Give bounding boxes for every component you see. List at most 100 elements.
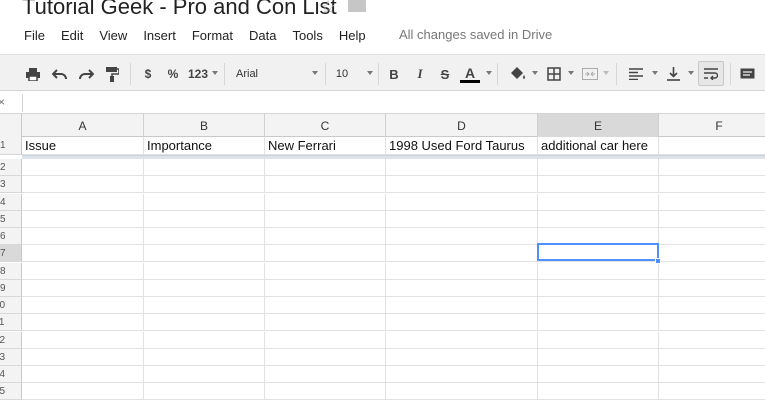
redo-icon[interactable] xyxy=(77,64,95,84)
cell-e2[interactable] xyxy=(538,159,659,176)
cell-c13[interactable] xyxy=(265,348,386,366)
cell-d7[interactable] xyxy=(386,245,538,263)
close-icon[interactable]: × xyxy=(0,95,5,109)
cell-d8[interactable] xyxy=(386,262,538,280)
cell-e12[interactable] xyxy=(538,331,659,349)
cell-c5[interactable] xyxy=(265,210,386,228)
percent-format-button[interactable]: % xyxy=(166,64,180,84)
cell-c8[interactable] xyxy=(265,262,386,280)
cell-f4[interactable] xyxy=(659,194,765,211)
cell-e10[interactable] xyxy=(538,297,659,314)
row-header[interactable]: 12 xyxy=(0,331,22,349)
cell-c12[interactable] xyxy=(265,331,386,349)
cell-f13[interactable] xyxy=(659,349,765,366)
comment-icon[interactable] xyxy=(738,64,756,84)
cell-e9[interactable] xyxy=(538,279,659,297)
row-header[interactable]: 11 xyxy=(0,314,22,332)
chevron-down-icon[interactable] xyxy=(568,71,574,75)
cell-b7[interactable] xyxy=(144,245,265,263)
cell-b1[interactable]: Importance xyxy=(144,137,265,155)
cell-f11[interactable] xyxy=(659,314,765,331)
cell-e15[interactable] xyxy=(538,383,659,401)
menu-edit[interactable]: Edit xyxy=(53,28,91,43)
cell-b9[interactable] xyxy=(144,279,265,297)
row-header[interactable]: 3 xyxy=(0,176,22,194)
fill-color-icon[interactable] xyxy=(507,64,527,84)
cell-f7[interactable] xyxy=(659,245,765,262)
cell-a6[interactable] xyxy=(22,228,144,245)
cell-f12[interactable] xyxy=(659,332,765,349)
cell-b12[interactable] xyxy=(144,331,265,349)
cell-b3[interactable] xyxy=(144,176,265,194)
cell-a7[interactable] xyxy=(22,245,144,263)
cell-a11[interactable] xyxy=(22,314,144,332)
row-header[interactable]: 7 xyxy=(0,245,22,263)
menu-view[interactable]: View xyxy=(91,28,135,43)
cell-e14[interactable] xyxy=(538,366,659,383)
row-header[interactable]: 10 xyxy=(0,297,22,314)
cell-a14[interactable] xyxy=(22,366,144,383)
cell-f6[interactable] xyxy=(659,228,765,245)
cell-c7[interactable] xyxy=(265,245,386,263)
undo-icon[interactable] xyxy=(50,64,68,84)
cell-c14[interactable] xyxy=(265,366,386,383)
number-format-button[interactable]: 123 xyxy=(186,64,210,84)
cell-b2[interactable] xyxy=(144,159,265,176)
cell-a4[interactable] xyxy=(22,193,144,211)
save-status[interactable]: All changes saved in Drive xyxy=(399,27,552,42)
align-left-icon[interactable] xyxy=(627,64,645,84)
cell-a10[interactable] xyxy=(22,297,144,314)
menu-insert[interactable]: Insert xyxy=(135,28,184,43)
cell-d3[interactable] xyxy=(386,176,538,194)
document-title[interactable]: Tutorial Geek - Pro and Con List xyxy=(22,0,337,20)
text-color-button[interactable]: A xyxy=(460,64,480,84)
cell-e4[interactable] xyxy=(538,193,659,211)
row-header[interactable]: 9 xyxy=(0,279,22,297)
cell-e1[interactable]: additional car here xyxy=(538,137,659,155)
cell-b14[interactable] xyxy=(144,366,265,383)
column-header-c[interactable]: C xyxy=(265,114,386,137)
row-header[interactable]: 5 xyxy=(0,210,22,228)
cell-c10[interactable] xyxy=(265,297,386,314)
row-header[interactable]: 6 xyxy=(0,228,22,245)
cell-e8[interactable] xyxy=(538,262,659,280)
cell-b6[interactable] xyxy=(144,228,265,245)
menu-help[interactable]: Help xyxy=(331,28,374,43)
select-all-corner[interactable] xyxy=(0,114,22,137)
cell-a3[interactable] xyxy=(22,176,144,194)
chevron-down-icon[interactable] xyxy=(532,71,538,75)
frozen-row-divider[interactable] xyxy=(22,155,765,159)
row-header[interactable]: 1 xyxy=(0,137,22,155)
menu-file[interactable]: File xyxy=(16,28,53,43)
cell-b15[interactable] xyxy=(144,383,265,401)
fill-handle[interactable] xyxy=(655,258,661,264)
column-header-a[interactable]: A xyxy=(22,114,144,137)
cell-c15[interactable] xyxy=(265,383,386,401)
cell-a5[interactable] xyxy=(22,210,144,228)
currency-format-button[interactable]: $ xyxy=(141,64,155,84)
column-header-e[interactable]: E xyxy=(538,114,659,137)
cell-f3[interactable] xyxy=(659,176,765,193)
cell-c11[interactable] xyxy=(265,314,386,332)
menu-tools[interactable]: Tools xyxy=(284,28,330,43)
cell-e11[interactable] xyxy=(538,314,659,332)
row-header[interactable]: 4 xyxy=(0,193,22,211)
chevron-down-icon[interactable] xyxy=(367,71,373,75)
cell-b13[interactable] xyxy=(144,348,265,366)
cell-d14[interactable] xyxy=(386,366,538,383)
chevron-down-icon[interactable] xyxy=(486,71,492,75)
italic-button[interactable]: I xyxy=(413,64,427,84)
cell-d15[interactable] xyxy=(386,383,538,401)
cell-a2[interactable] xyxy=(22,159,144,176)
cell-e3[interactable] xyxy=(538,176,659,194)
cell-f14[interactable] xyxy=(659,366,765,383)
cell-c1[interactable]: New Ferrari xyxy=(265,137,386,155)
row-header[interactable]: 2 xyxy=(0,159,22,176)
cell-d9[interactable] xyxy=(386,279,538,297)
cell-f15[interactable] xyxy=(659,383,765,400)
column-header-f[interactable]: F xyxy=(659,114,765,137)
chevron-down-icon[interactable] xyxy=(212,71,218,75)
bold-button[interactable]: B xyxy=(387,64,401,84)
cell-f9[interactable] xyxy=(659,280,765,297)
cell-d5[interactable] xyxy=(386,210,538,228)
